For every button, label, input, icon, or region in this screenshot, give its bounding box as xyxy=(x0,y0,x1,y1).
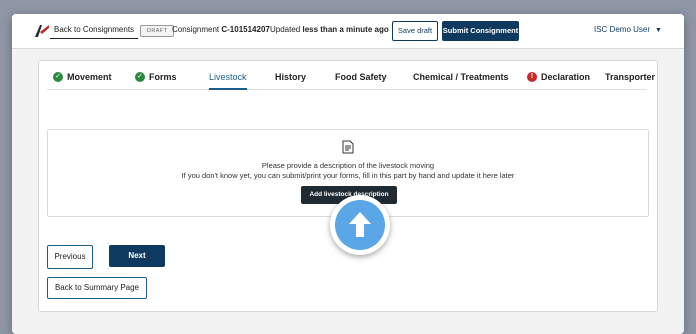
draft-status-badge: DRAFT xyxy=(140,25,175,37)
user-name: ISC Demo User xyxy=(594,25,651,34)
tab-label: Forms xyxy=(149,72,177,82)
tab-livestock[interactable]: Livestock xyxy=(209,65,247,90)
tab-label: Movement xyxy=(67,72,112,82)
chevron-down-icon: ▼ xyxy=(655,27,662,34)
back-to-summary-button[interactable]: Back to Summary Page xyxy=(47,277,147,299)
tab-label: Declaration xyxy=(541,72,591,82)
updated-prefix: Updated xyxy=(270,25,303,34)
arrow-up-icon-graphic xyxy=(349,212,371,237)
updated-status: Updated less than a minute ago xyxy=(270,24,389,36)
tab-history[interactable]: History xyxy=(275,65,306,89)
save-draft-button[interactable]: Save draft xyxy=(392,21,438,41)
tab-chemical-treatments[interactable]: Chemical / Treatments xyxy=(413,65,509,89)
consignment-id: C-101514207 xyxy=(221,25,270,34)
check-circle-icon: ✓ xyxy=(135,71,145,82)
tab-label: History xyxy=(275,72,307,82)
tab-forms[interactable]: ✓ Forms xyxy=(135,65,177,89)
back-to-consignments-link[interactable]: Back to Consignments xyxy=(50,22,139,39)
updated-value: less than a minute ago xyxy=(302,25,389,34)
tab-food-safety[interactable]: Food Safety xyxy=(335,65,387,89)
tab-transporter[interactable]: Transporter xyxy=(605,65,655,89)
livestock-help-text: If you don't know yet, you can submit/pr… xyxy=(181,171,515,180)
check-circle-icon: ✓ xyxy=(53,71,63,82)
consignment-prefix: Consignment xyxy=(172,25,222,34)
tab-label: Transporter xyxy=(605,72,656,82)
tab-label: Livestock xyxy=(209,72,247,82)
tab-label: Chemical / Treatments xyxy=(413,72,509,82)
consignment-label: Consignment C-101514207 xyxy=(172,24,270,36)
tab-label: Food Safety xyxy=(335,72,387,82)
user-menu[interactable]: ISC Demo User ▼ xyxy=(594,24,662,37)
previous-button[interactable]: Previous xyxy=(47,245,93,269)
next-button[interactable]: Next xyxy=(109,245,165,267)
document-icon xyxy=(342,140,354,154)
tab-declaration[interactable]: ! Declaration xyxy=(527,65,590,89)
alert-circle-icon: ! xyxy=(527,71,537,82)
tab-movement[interactable]: ✓ Movement xyxy=(53,65,112,89)
app-window: Back to Consignments DRAFT Consignment C… xyxy=(12,14,684,334)
click-hint-pointer xyxy=(330,195,390,255)
top-bar: Back to Consignments DRAFT Consignment C… xyxy=(12,14,684,49)
submit-consignment-button[interactable]: Submit Consignment xyxy=(442,21,519,41)
livestock-prompt-text: Please provide a description of the live… xyxy=(261,161,435,170)
app-logo xyxy=(35,25,49,37)
arrow-up-icon xyxy=(335,200,385,250)
section-tabs: ✓ Movement ✓ Forms Livestock History Food … xyxy=(47,65,655,90)
consignment-form-panel: ✓ Movement ✓ Forms Livestock History Food … xyxy=(38,60,658,312)
